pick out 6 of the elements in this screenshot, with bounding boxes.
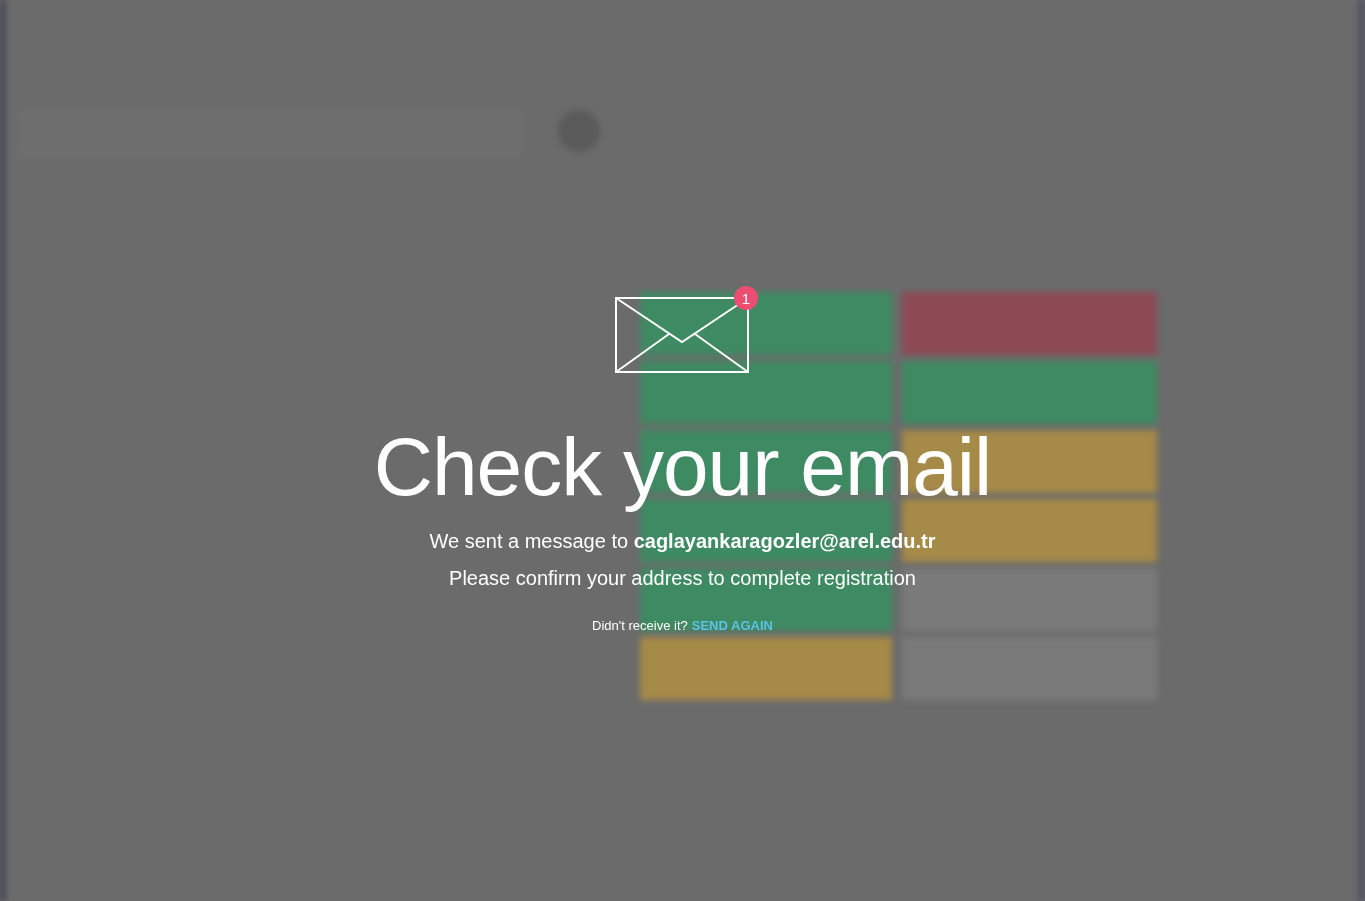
notification-badge: 1 (734, 286, 758, 310)
sent-message: We sent a message to caglayankaragozler@arel.edu.tr (429, 529, 936, 555)
resend-prompt: Didn't receive it? (592, 618, 688, 634)
send-again-link[interactable]: SEND AGAIN (691, 618, 773, 634)
dialog-title: Check your email (373, 422, 992, 513)
confirm-instruction: Please confirm your address to complete registration (449, 566, 916, 592)
